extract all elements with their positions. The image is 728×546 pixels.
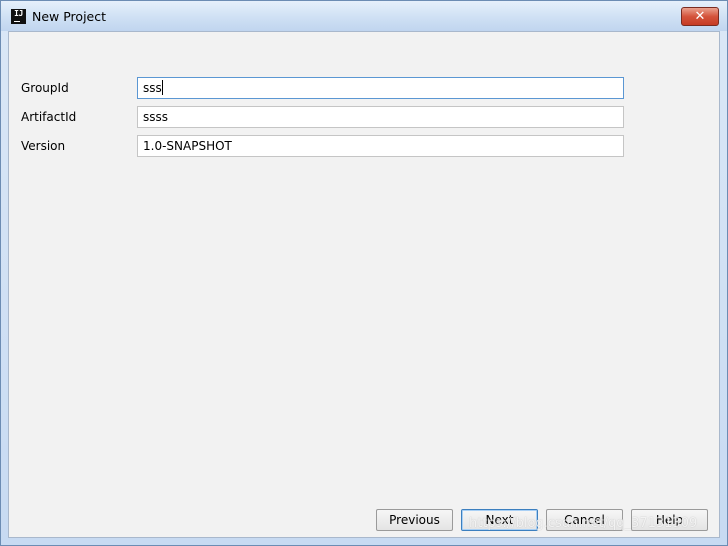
intellij-logo-icon: IJ [11, 9, 26, 24]
version-label: Version [21, 139, 66, 153]
artifactid-label: ArtifactId [21, 110, 77, 124]
groupid-label: GroupId [21, 81, 69, 95]
artifactid-input[interactable]: ssss [137, 106, 624, 128]
watermark-text: https://blog.csdn.net/qq_37131309 [469, 516, 698, 531]
title-bar[interactable]: IJ New Project ✕ [1, 1, 727, 31]
previous-button[interactable]: Previous [376, 509, 453, 531]
close-icon: ✕ [694, 9, 706, 24]
groupid-input[interactable]: sss [137, 77, 624, 99]
text-caret [161, 80, 163, 95]
form-panel: GroupId sss ArtifactId ssss Version 1.0-… [8, 31, 720, 538]
window-title: New Project [32, 9, 107, 24]
dialog-window: IJ New Project ✕ GroupId sss ArtifactId … [0, 0, 728, 546]
previous-button-label: Previous [389, 513, 440, 527]
close-button[interactable]: ✕ [681, 7, 719, 26]
version-input[interactable]: 1.0-SNAPSHOT [137, 135, 624, 157]
